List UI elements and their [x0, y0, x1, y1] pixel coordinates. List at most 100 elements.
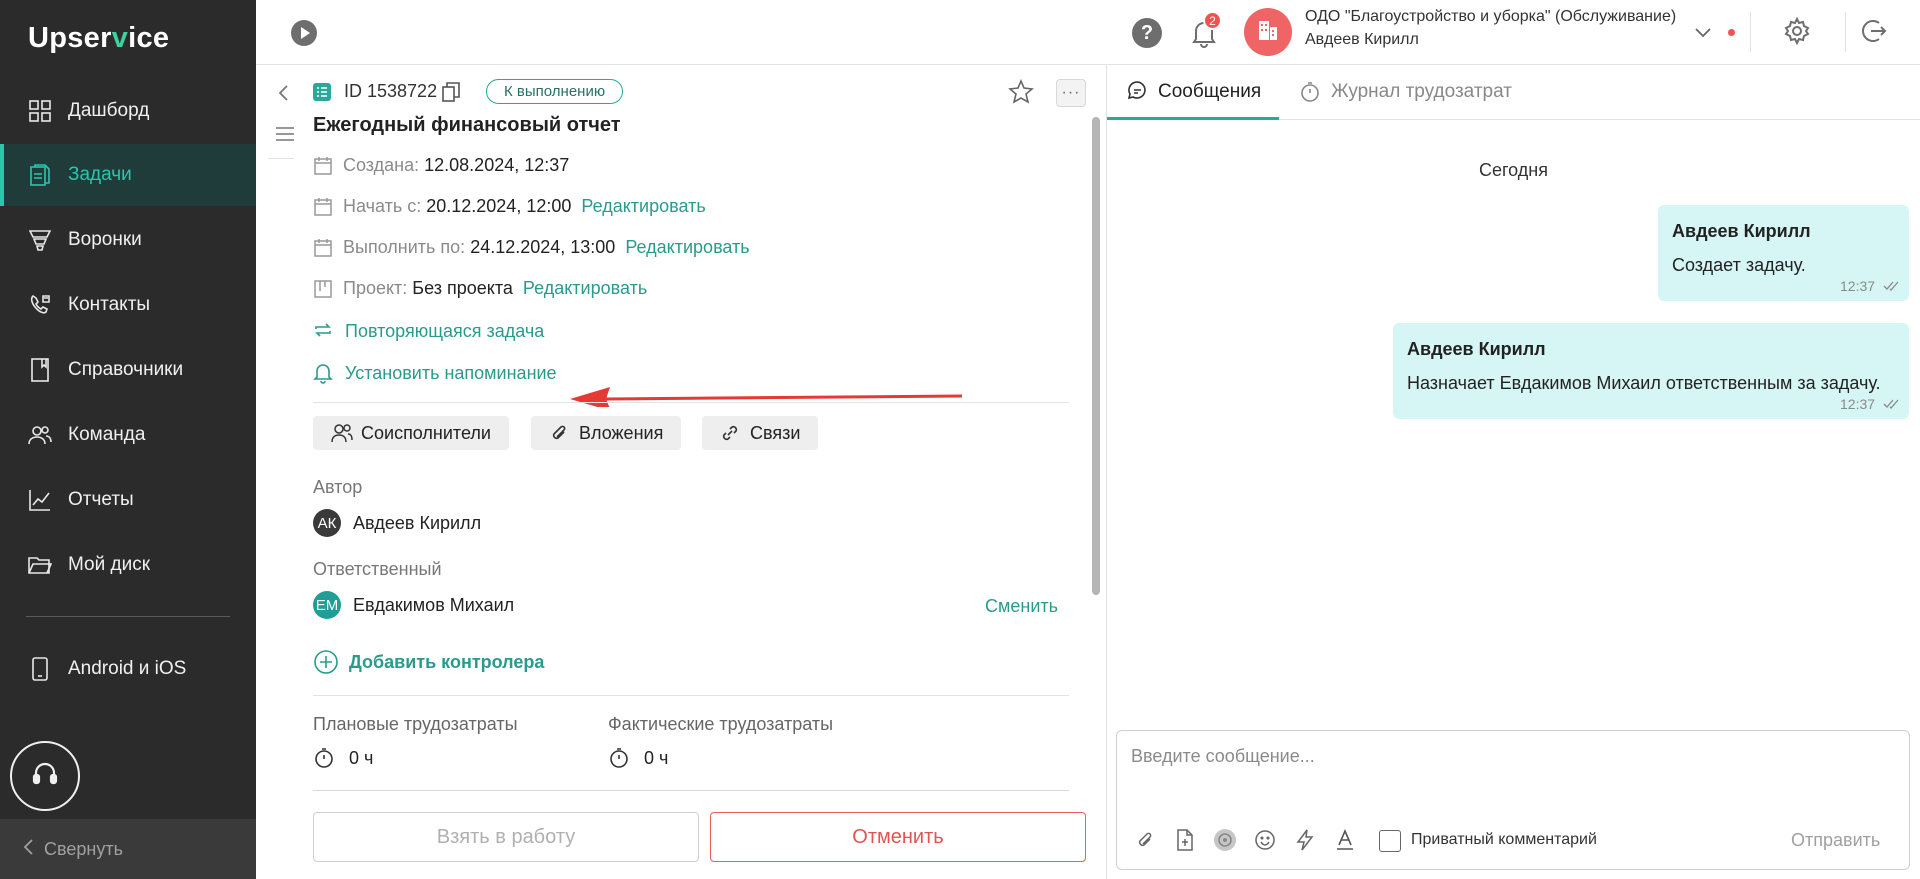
- message-input-placeholder[interactable]: Введите сообщение...: [1131, 746, 1315, 767]
- due-value: 24.12.2024, 13:00: [470, 237, 616, 257]
- tab-messages[interactable]: Сообщения: [1126, 81, 1261, 103]
- status-badge[interactable]: К выполнению: [486, 79, 624, 104]
- start-value: 20.12.2024, 12:00: [426, 196, 572, 216]
- double-check-icon: [1883, 397, 1901, 415]
- bell-icon: [313, 362, 335, 384]
- paperclip-icon: [549, 423, 569, 443]
- sidebar-item-mobile-apps[interactable]: Android и iOS: [0, 638, 256, 700]
- scrollbar-thumb[interactable]: [1092, 117, 1100, 595]
- responsible-name: Евдакимов Михаил: [353, 594, 515, 615]
- chevron-down-icon[interactable]: [1693, 22, 1713, 42]
- private-comment-label[interactable]: Приватный комментарий: [1411, 831, 1597, 849]
- take-to-work-button[interactable]: Взять в работу: [313, 812, 699, 862]
- message-text: Назначает Евдакимов Михаил ответственным…: [1407, 373, 1881, 393]
- project-label: Проект:: [343, 278, 408, 298]
- mobile-phone-icon: [28, 657, 52, 681]
- responsible[interactable]: ЕМ Евдакимов Михаил: [313, 591, 514, 619]
- add-controller-label: Добавить контролера: [349, 651, 545, 672]
- sidebar-item-dashboard[interactable]: Дашборд: [0, 80, 256, 142]
- day-separator: Сегодня: [1479, 160, 1548, 180]
- collapse-label: Свернуть: [44, 838, 123, 859]
- add-controller-button[interactable]: Добавить контролера: [313, 649, 544, 675]
- current-user-name[interactable]: Авдеев Кирилл: [1305, 31, 1419, 49]
- sidebar-item-contacts[interactable]: Контакты: [0, 274, 256, 336]
- sidebar-item-label: Отчеты: [68, 489, 134, 510]
- text-format-icon[interactable]: [1333, 828, 1357, 852]
- link-icon: [720, 423, 740, 443]
- attachments-button[interactable]: Вложения: [531, 416, 682, 450]
- tab-time-log-label: Журнал трудозатрат: [1331, 81, 1512, 102]
- tab-time-log[interactable]: Журнал трудозатрат: [1299, 81, 1512, 103]
- sidebar-item-reports[interactable]: Отчеты: [0, 469, 256, 531]
- sidebar-item-my-disk[interactable]: Мой диск: [0, 534, 256, 596]
- divider: [313, 402, 1069, 403]
- message-text: Создает задачу.: [1672, 255, 1806, 275]
- message-time: 12:37: [1840, 278, 1876, 294]
- sidebar-item-label: Справочники: [68, 359, 184, 380]
- emoji-icon[interactable]: [1253, 828, 1277, 852]
- links-label: Связи: [750, 422, 801, 443]
- gear-icon[interactable]: [1783, 16, 1813, 47]
- sidebar-item-label: Дашборд: [68, 100, 150, 121]
- play-icon[interactable]: [290, 19, 318, 47]
- mention-icon[interactable]: [1213, 828, 1237, 852]
- send-button[interactable]: Отправить: [1791, 830, 1880, 851]
- sidebar-item-team[interactable]: Команда: [0, 404, 256, 466]
- task-type-icon: [313, 83, 331, 101]
- back-icon[interactable]: [274, 83, 294, 103]
- clipboard-icon: [28, 163, 52, 187]
- more-options-button[interactable]: ···: [1056, 79, 1086, 107]
- help-icon[interactable]: ?: [1132, 18, 1162, 48]
- folder-icon: [28, 553, 52, 577]
- plus-circle-icon: [313, 649, 339, 675]
- phone-book-icon: [28, 293, 52, 317]
- sidebar-item-tasks[interactable]: Задачи: [0, 144, 256, 206]
- actual-hours[interactable]: 0 ч: [608, 747, 668, 769]
- org-avatar[interactable]: [1244, 8, 1292, 56]
- sidebar-item-funnels[interactable]: Воронки: [0, 209, 256, 271]
- project-value: Без проекта: [412, 278, 513, 298]
- planned-hours-label: Плановые трудозатраты: [313, 714, 518, 734]
- lightning-icon[interactable]: [1293, 828, 1317, 852]
- coexecutors-button[interactable]: Соисполнители: [313, 416, 509, 450]
- logout-icon[interactable]: [1859, 17, 1889, 47]
- due-row: Выполнить по: 24.12.2024, 13:00 Редактир…: [313, 237, 750, 258]
- message-bubble[interactable]: Авдеев Кирилл Создает задачу. 12:37: [1658, 205, 1909, 301]
- tab-messages-label: Сообщения: [1158, 81, 1262, 102]
- author[interactable]: АК Авдеев Кирилл: [313, 509, 481, 537]
- sidebar-item-directories[interactable]: Справочники: [0, 339, 256, 401]
- app-logo[interactable]: Upservice: [28, 22, 169, 55]
- edit-project-link[interactable]: Редактировать: [523, 278, 647, 299]
- change-responsible-link[interactable]: Сменить: [985, 596, 1058, 617]
- topbar-divider: [1845, 12, 1846, 52]
- org-name[interactable]: ОДО "Благоустройство и уборка" (Обслужив…: [1305, 8, 1676, 26]
- responsible-label: Ответственный: [313, 559, 442, 579]
- task-title: Ежегодный финансовый отчет: [313, 114, 621, 136]
- private-comment-checkbox[interactable]: [1379, 830, 1401, 852]
- edit-start-link[interactable]: Редактировать: [581, 196, 705, 217]
- attach-file-icon[interactable]: [1173, 828, 1197, 852]
- star-icon[interactable]: [1008, 78, 1034, 105]
- author-name: Авдеев Кирилл: [353, 512, 482, 533]
- planned-hours[interactable]: 0 ч: [313, 747, 373, 769]
- due-label: Выполнить по:: [343, 237, 466, 257]
- divider: [313, 790, 1069, 791]
- actual-hours-label: Фактические трудозатраты: [608, 714, 834, 734]
- status-dot: [1728, 29, 1735, 36]
- recurring-task-link[interactable]: Повторяющаяся задача: [313, 320, 544, 342]
- edit-due-link[interactable]: Редактировать: [625, 237, 749, 258]
- users-icon: [331, 423, 353, 443]
- calendar-icon: [313, 238, 333, 258]
- paperclip-icon[interactable]: [1133, 828, 1157, 852]
- copy-icon[interactable]: [442, 82, 460, 102]
- headset-icon: [31, 760, 59, 793]
- collapse-sidebar-button[interactable]: Свернуть: [0, 819, 256, 879]
- links-button[interactable]: Связи: [702, 416, 819, 450]
- menu-icon[interactable]: [274, 123, 296, 145]
- message-composer[interactable]: Введите сообщение... Приватный комментар…: [1116, 730, 1910, 870]
- support-button[interactable]: [10, 741, 80, 811]
- cancel-task-button[interactable]: Отменить: [710, 812, 1086, 862]
- set-reminder-label: Установить напоминание: [345, 362, 557, 383]
- set-reminder-link[interactable]: Установить напоминание: [313, 362, 557, 384]
- message-bubble[interactable]: Авдеев Кирилл Назначает Евдакимов Михаил…: [1393, 323, 1909, 419]
